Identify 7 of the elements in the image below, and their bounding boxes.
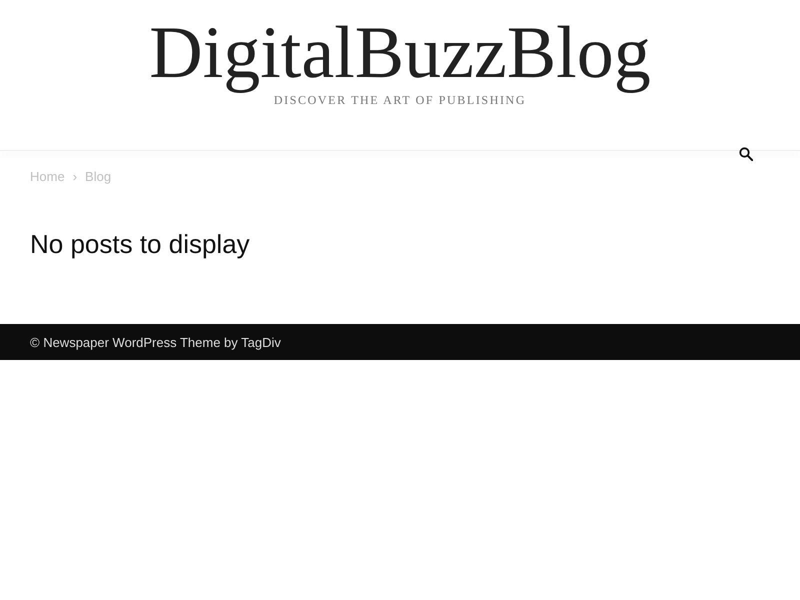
breadcrumb-link[interactable]: Blog: [85, 168, 112, 186]
search-icon: [739, 147, 753, 161]
site-tagline: DISCOVER THE ART OF PUBLISHING: [274, 93, 526, 107]
breadcrumb-separator: ›: [72, 168, 78, 186]
page-heading: No posts to display: [30, 228, 251, 260]
breadcrumb-link[interactable]: Home: [30, 168, 65, 186]
copyright-text: © Newspaper WordPress Theme by TagDiv: [30, 334, 281, 350]
